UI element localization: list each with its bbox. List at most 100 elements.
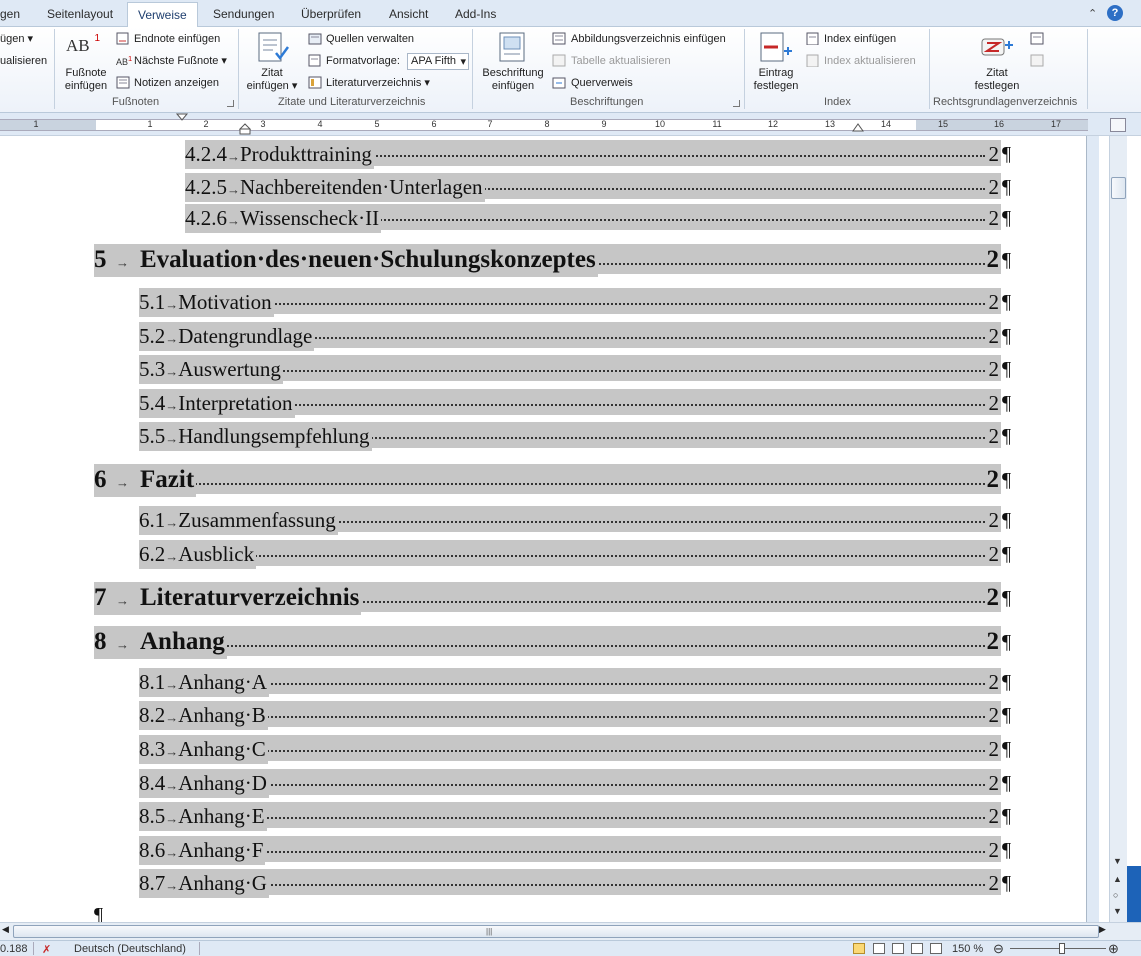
toc-entry[interactable]: 5.2→Datengrundlage 2: [139, 322, 1001, 351]
toc-entry[interactable]: 5.5→Handlungsempfehlung 2: [139, 422, 1001, 451]
tab-mark-icon: →: [165, 398, 179, 413]
vertical-scrollbar[interactable]: ▼ ▲ ○ ▼: [1109, 136, 1127, 922]
toc-entry-number: 6.2: [139, 542, 166, 566]
mark-citation-button[interactable]: Zitat festlegen: [966, 67, 1028, 93]
next-footnote-button[interactable]: Nächste Fußnote ▾: [134, 55, 227, 68]
first-line-indent-marker[interactable]: [176, 113, 190, 121]
next-page-icon[interactable]: ▼: [1113, 906, 1122, 916]
cross-reference-button[interactable]: Querverweis: [571, 77, 633, 90]
toc-entry[interactable]: 5.1→Motivation 2: [139, 288, 1001, 317]
toc-leader-dots: [98, 482, 985, 485]
insert-footnote-button[interactable]: Fußnote einfügen: [60, 67, 112, 93]
tab-mark-icon: →: [165, 515, 179, 530]
toc-entry-title: Anhang·D: [178, 771, 267, 795]
toc-entry[interactable]: 4.2.6→Wissenscheck·II 2: [185, 204, 1001, 233]
horizontal-ruler[interactable]: 1 1 2 3 4 5 6 7 8 9 10 11 12 13 14 15 16…: [0, 113, 1141, 136]
scroll-right-arrow-icon[interactable]: ▶: [1099, 924, 1106, 935]
toc-entry[interactable]: 4.2.5→Nachbereitenden·Unterlagen 2: [185, 173, 1001, 202]
mark-entry-button[interactable]: Eintrag festlegen: [748, 67, 804, 93]
toc-entry[interactable]: 8.7→Anhang·G 2: [139, 869, 1001, 898]
insert-table-of-figures-button[interactable]: Abbildungsverzeichnis einfügen: [571, 33, 726, 46]
zoom-slider-handle[interactable]: [1059, 943, 1065, 954]
web-layout-view-icon[interactable]: [892, 943, 904, 954]
insert-toc-button[interactable]: ügen ▾: [0, 33, 33, 46]
tab-ansicht[interactable]: Ansicht: [389, 7, 428, 21]
bibliography-button[interactable]: Literaturverzeichnis ▾: [326, 77, 430, 90]
toc-entry[interactable]: 7 → Literaturverzeichnis 2: [94, 582, 1001, 615]
toc-entry[interactable]: 6.2→Ausblick 2: [139, 540, 1001, 569]
toc-leader-dots: [143, 850, 985, 853]
toc-entry-label: 7 → Literaturverzeichnis: [94, 584, 362, 615]
language-indicator[interactable]: Deutsch (Deutschland): [74, 943, 186, 955]
zoom-level[interactable]: 150 %: [952, 943, 983, 955]
toc-entry[interactable]: 8.3→Anhang·C 2: [139, 735, 1001, 764]
ribbon-tab-bar: gen Seitenlayout Verweise Sendungen Über…: [0, 0, 1141, 28]
update-table-button[interactable]: Tabelle aktualisieren: [571, 55, 671, 68]
outline-view-icon[interactable]: [911, 943, 923, 954]
toc-entry[interactable]: 8.1→Anhang·A 2: [139, 668, 1001, 697]
toc-entry[interactable]: 4.2.4→Produkttraining 2: [185, 140, 1001, 169]
toc-entry[interactable]: 5.3→Auswertung 2: [139, 355, 1001, 384]
toc-entry[interactable]: 8.4→Anhang·D 2: [139, 769, 1001, 798]
scroll-left-arrow-icon[interactable]: ◀: [2, 924, 9, 935]
insert-index-icon: [806, 32, 819, 45]
print-layout-view-icon[interactable]: [853, 943, 865, 954]
tab-ueberpruefen[interactable]: Überprüfen: [301, 7, 361, 21]
toc-entry[interactable]: 5 → Evaluation·des·neuen·Schulungskonzep…: [94, 244, 1001, 277]
previous-page-icon[interactable]: ▲: [1113, 874, 1122, 884]
scroll-down-arrow-icon[interactable]: ▼: [1113, 856, 1122, 866]
toc-entry-title: Produkttraining: [240, 142, 372, 166]
vertical-scroll-thumb[interactable]: [1111, 177, 1126, 199]
minimize-ribbon-icon[interactable]: ⌃: [1088, 7, 1097, 20]
style-label: Formatvorlage:: [326, 55, 400, 67]
paragraph-mark: ¶: [1002, 671, 1012, 693]
toc-entry[interactable]: 8 → Anhang 2: [94, 626, 1001, 659]
toc-page-number: 2: [984, 246, 999, 274]
toc-entry[interactable]: 6.1→Zusammenfassung 2: [139, 506, 1001, 535]
view-ruler-button[interactable]: [1110, 118, 1126, 132]
insert-index-button[interactable]: Index einfügen: [824, 33, 896, 46]
tab-sendungen[interactable]: Sendungen: [213, 7, 274, 21]
tab-verweise[interactable]: Verweise: [127, 2, 198, 28]
update-toa-icon[interactable]: [1030, 54, 1044, 67]
citation-style-dropdown[interactable]: APA Fifth ▾: [407, 53, 469, 70]
update-index-button[interactable]: Index aktualisieren: [824, 55, 916, 68]
ruler-number: 3: [260, 119, 266, 129]
zoom-in-icon[interactable]: ⊕: [1108, 941, 1119, 956]
help-icon[interactable]: ?: [1107, 5, 1123, 21]
toc-entry[interactable]: 5.4→Interpretation 2: [139, 389, 1001, 418]
insert-toa-icon[interactable]: [1030, 32, 1044, 45]
ruler-number: 9: [601, 119, 607, 129]
browse-object-icon[interactable]: ○: [1113, 890, 1118, 900]
captions-dialog-launcher[interactable]: [733, 100, 740, 107]
toc-entry-title: Wissenscheck·II: [240, 206, 380, 230]
tab-mark-icon: →: [116, 637, 129, 652]
toc-entry[interactable]: 8.2→Anhang·B 2: [139, 701, 1001, 730]
document-area[interactable]: 4.2.4→Produkttraining 2 ¶ 4.2.5→Nachbereite…: [0, 136, 1099, 922]
tab-add-ins[interactable]: Add-Ins: [455, 7, 496, 21]
toc-page-number: 2: [986, 670, 999, 694]
insert-endnote-button[interactable]: Endnote einfügen: [134, 33, 220, 46]
tab-einfuegen[interactable]: gen: [0, 7, 20, 21]
insert-citation-button[interactable]: Zitat einfügen ▾: [244, 67, 300, 93]
proofing-icon[interactable]: ✗: [42, 943, 51, 956]
horizontal-scroll-thumb[interactable]: |||: [13, 925, 1099, 938]
toc-entry[interactable]: 6 → Fazit 2: [94, 464, 1001, 497]
right-indent-marker[interactable]: [852, 123, 866, 133]
word-count[interactable]: 0.188: [0, 943, 28, 955]
show-notes-button[interactable]: Notizen anzeigen: [134, 77, 219, 90]
footnotes-dialog-launcher[interactable]: [227, 100, 234, 107]
horizontal-scrollbar[interactable]: ◀ ||| ▶: [0, 922, 1141, 940]
toc-entry[interactable]: 8.6→Anhang·F 2: [139, 836, 1001, 865]
tab-seitenlayout[interactable]: Seitenlayout: [47, 7, 113, 21]
zoom-out-icon[interactable]: ⊖: [993, 941, 1004, 956]
full-screen-view-icon[interactable]: [873, 943, 885, 954]
zoom-slider[interactable]: [1010, 948, 1106, 949]
draft-view-icon[interactable]: [930, 943, 942, 954]
toc-entry[interactable]: 8.5→Anhang·E 2: [139, 802, 1001, 831]
insert-caption-button[interactable]: Beschriftung einfügen: [478, 67, 548, 93]
hanging-indent-marker[interactable]: [239, 123, 253, 135]
update-toc-button[interactable]: ualisieren: [0, 55, 47, 68]
manage-sources-button[interactable]: Quellen verwalten: [326, 33, 414, 46]
page-edge: [1086, 136, 1099, 922]
